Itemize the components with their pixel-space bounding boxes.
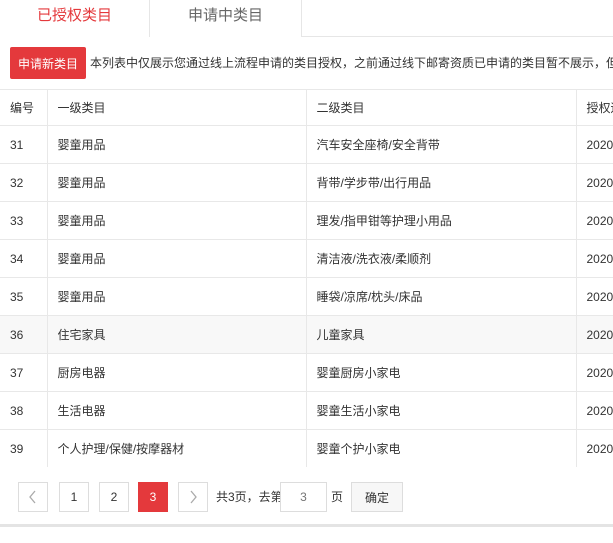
cell-level1: 婴童用品	[47, 201, 307, 240]
cell-level1: 厨房电器	[47, 353, 307, 392]
cell-date: 2020	[576, 201, 613, 240]
cell-id: 38	[0, 391, 48, 430]
cell-id: 31	[0, 125, 48, 164]
cell-level2: 婴童个护小家电	[306, 429, 577, 467]
table-row: 38 生活电器 婴童生活小家电 2020	[0, 391, 613, 430]
table-row: 31 婴童用品 汽车安全座椅/安全背带 2020	[0, 125, 613, 164]
next-page-button[interactable]	[178, 482, 208, 512]
table-row: 36 住宅家具 儿童家具 2020	[0, 315, 613, 354]
table-row: 35 婴童用品 睡袋/凉席/枕头/床品 2020	[0, 277, 613, 316]
page-suffix-text: 页	[331, 490, 344, 504]
cell-level1: 生活电器	[47, 391, 307, 430]
tab-pending-categories[interactable]: 申请中类目	[149, 0, 302, 37]
cell-date: 2020	[576, 163, 613, 202]
page-3-button[interactable]: 3	[138, 482, 168, 512]
cell-date: 2020	[576, 277, 613, 316]
cell-id: 32	[0, 163, 48, 202]
table-row: 33 婴童用品 理发/指甲钳等护理小用品 2020	[0, 201, 613, 240]
cell-level2: 理发/指甲钳等护理小用品	[306, 201, 577, 240]
notice-text: 本列表中仅展示您通过线上流程申请的类目授权，之前通过线下邮寄资质已申请的类目暂不…	[90, 56, 613, 70]
goto-page-input[interactable]	[280, 482, 327, 512]
cell-level1: 住宅家具	[47, 315, 307, 354]
header-id: 编号	[0, 89, 48, 126]
cell-level2: 婴童生活小家电	[306, 391, 577, 430]
cell-level2: 婴童厨房小家电	[306, 353, 577, 392]
cell-date: 2020	[576, 315, 613, 354]
cell-level2: 背带/学步带/出行用品	[306, 163, 577, 202]
header-level1-category: 一级类目	[47, 89, 307, 126]
page-2-button[interactable]: 2	[99, 482, 129, 512]
total-pages-text: 共3页，去第	[216, 490, 283, 504]
cell-date: 2020	[576, 125, 613, 164]
cell-date: 2020	[576, 429, 613, 467]
cell-level1: 婴童用品	[47, 277, 307, 316]
table-header-row: 编号 一级类目 二级类目 授权运	[0, 89, 613, 126]
cell-level1: 婴童用品	[47, 163, 307, 202]
cell-level2: 清洁液/洗衣液/柔顺剂	[306, 239, 577, 278]
confirm-goto-button[interactable]: 确定	[351, 482, 403, 512]
cell-level1: 婴童用品	[47, 125, 307, 164]
cell-date: 2020	[576, 391, 613, 430]
cell-id: 37	[0, 353, 48, 392]
cell-id: 34	[0, 239, 48, 278]
category-tabs: 已授权类目 申请中类目	[0, 0, 613, 37]
cell-id: 33	[0, 201, 48, 240]
category-table: 编号 一级类目 二级类目 授权运 31 婴童用品 汽车安全座椅/安全背带 202…	[0, 89, 613, 467]
tab-authorized-categories[interactable]: 已授权类目	[0, 0, 149, 37]
apply-new-category-button[interactable]: 申请新类目	[10, 47, 86, 79]
category-table-container: 编号 一级类目 二级类目 授权运 31 婴童用品 汽车安全座椅/安全背带 202…	[0, 89, 613, 467]
cell-level1: 婴童用品	[47, 239, 307, 278]
page-1-button[interactable]: 1	[59, 482, 89, 512]
chevron-left-icon	[29, 490, 36, 504]
cell-id: 39	[0, 429, 48, 467]
cell-date: 2020	[576, 353, 613, 392]
table-row: 37 厨房电器 婴童厨房小家电 2020	[0, 353, 613, 392]
table-row: 39 个人护理/保健/按摩器材 婴童个护小家电 2020	[0, 429, 613, 467]
cell-id: 36	[0, 315, 48, 354]
header-authorization-date: 授权运	[576, 89, 613, 126]
cell-level1: 个人护理/保健/按摩器材	[47, 429, 307, 467]
cell-level2: 睡袋/凉席/枕头/床品	[306, 277, 577, 316]
chevron-right-icon	[190, 490, 197, 504]
header-level2-category: 二级类目	[306, 89, 577, 126]
notice-bar: 申请新类目 本列表中仅展示您通过线上流程申请的类目授权，之前通过线下邮寄资质已申…	[0, 47, 613, 79]
prev-page-button[interactable]	[18, 482, 48, 512]
table-row: 32 婴童用品 背带/学步带/出行用品 2020	[0, 163, 613, 202]
cell-id: 35	[0, 277, 48, 316]
table-row: 34 婴童用品 清洁液/洗衣液/柔顺剂 2020	[0, 239, 613, 278]
cell-level2: 儿童家具	[306, 315, 577, 354]
cell-level2: 汽车安全座椅/安全背带	[306, 125, 577, 164]
pagination: 1 2 3 共3页，去第 页 确定	[0, 467, 613, 527]
cell-date: 2020	[576, 239, 613, 278]
